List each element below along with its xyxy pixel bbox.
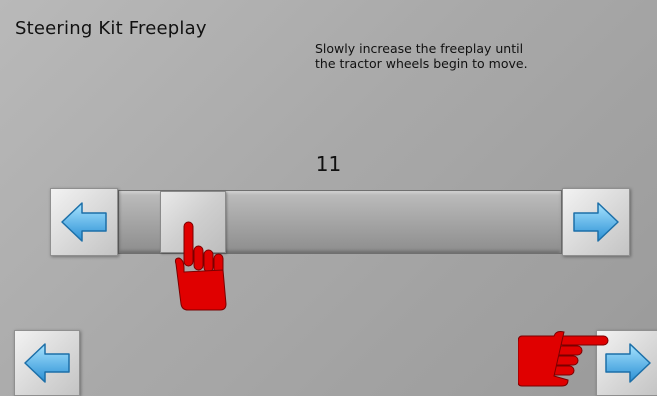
decrease-freeplay-button[interactable] [50,188,118,256]
instructions-line-2: the tractor wheels begin to move. [315,56,528,71]
freeplay-value-container: 11 [0,152,657,176]
left-arrow-icon [61,202,107,242]
steering-freeplay-screen: Steering Kit Freeplay Slowly increase th… [0,0,657,396]
freeplay-slider-thumb[interactable] [160,191,226,253]
instructions-line-1: Slowly increase the freeplay until [315,41,524,56]
back-button[interactable] [14,330,80,396]
right-arrow-icon [573,202,619,242]
freeplay-value: 11 [315,152,342,176]
next-button[interactable] [596,330,657,396]
right-arrow-icon [604,343,651,383]
page-title: Steering Kit Freeplay [15,18,207,39]
left-arrow-icon [24,343,70,383]
instructions-text: Slowly increase the freeplay until the t… [315,41,615,71]
increase-freeplay-button[interactable] [562,188,630,256]
